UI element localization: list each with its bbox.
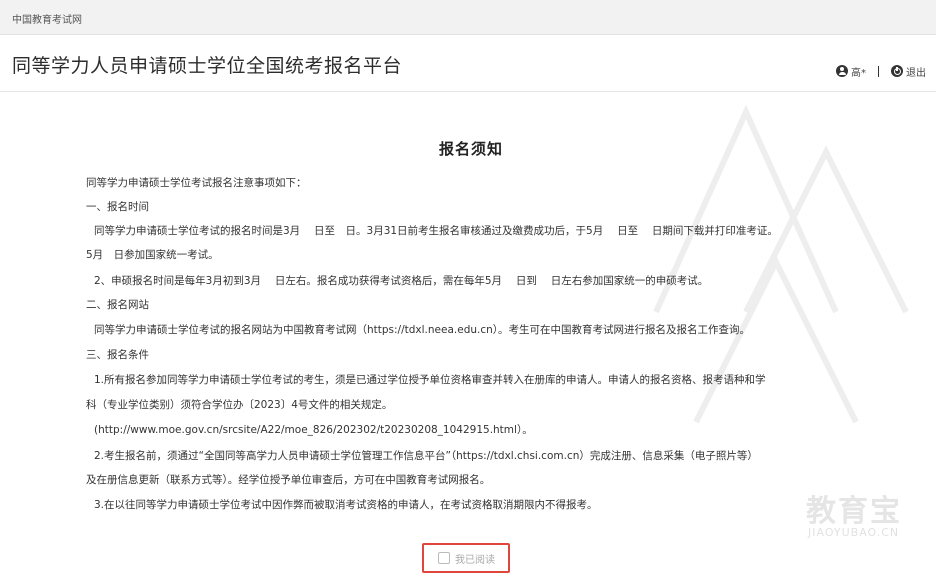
divider: [878, 65, 879, 77]
agree-checkbox-container[interactable]: 我已阅读: [422, 543, 510, 573]
notice-intro: 同等学力申请硕士学位考试报名注意事项如下：: [86, 177, 307, 189]
notice-line: 2.考生报名前，须通过“全国同等高学力人员申请硕士学位管理工作信息平台”（htt…: [94, 450, 758, 462]
notice-line: 5月 日参加国家统一考试。: [86, 249, 219, 261]
watermark-text: 教育宝: [806, 494, 902, 529]
notice-panel: 报名须知 同等学力申请硕士学位考试报名注意事项如下： 一、报名时间 同等学力申请…: [86, 92, 856, 562]
notice-line: 同等学力申请硕士学位考试的报名网站为中国教育考试网（https://tdxl.n…: [94, 324, 751, 336]
watermark-logo: 教育宝 JIAOYUBAO.CN: [800, 486, 930, 546]
user-name[interactable]: 高*: [851, 64, 866, 79]
notice-line: 同等学力申请硕士学位考试的报名时间是3月 日至 日。3月31日前考生报名审核通过…: [94, 225, 778, 237]
agree-checkbox[interactable]: [438, 552, 450, 564]
section-heading-conditions: 三、报名条件: [86, 349, 149, 361]
power-icon[interactable]: [891, 65, 903, 77]
user-box: 高* 退出: [836, 63, 926, 79]
notice-line: 科（专业学位类别）须符合学位办〔2023〕4号文件的相关规定。: [86, 399, 393, 411]
notice-line: 3.在以往同等学力申请硕士学位考试中因作弊而被取消考试资格的申请人，在考试资格取…: [94, 499, 598, 511]
user-icon: [836, 65, 848, 77]
logout-button[interactable]: 退出: [906, 64, 926, 79]
notice-line: 2、申硕报名时间是每年3月初到3月 日左右。报名成功获得考试资格后，需在每年5月…: [94, 275, 709, 287]
notice-line: 及在册信息更新（联系方式等）。经学位授予单位审查后，方可在中国教育考试网报名。: [86, 474, 491, 486]
watermark-url: JIAOYUBAO.CN: [808, 526, 900, 539]
page-title: 同等学力人员申请硕士学位全国统考报名平台: [12, 55, 403, 77]
top-bar: 中国教育考试网: [0, 0, 936, 35]
site-link[interactable]: 中国教育考试网: [12, 11, 82, 26]
agree-label[interactable]: 我已阅读: [455, 551, 495, 566]
notice-line: 1.所有报名参加同等学力申请硕士学位考试的考生，须是已通过学位授予单位资格审查并…: [94, 374, 766, 386]
notice-link[interactable]: (http://www.moe.gov.cn/srcsite/A22/moe_8…: [94, 423, 533, 437]
page-header: 同等学力人员申请硕士学位全国统考报名平台 高* 退出: [0, 35, 936, 92]
notice-title: 报名须知: [438, 140, 503, 158]
section-heading-website: 二、报名网站: [86, 299, 149, 311]
section-heading-time: 一、报名时间: [86, 201, 149, 213]
